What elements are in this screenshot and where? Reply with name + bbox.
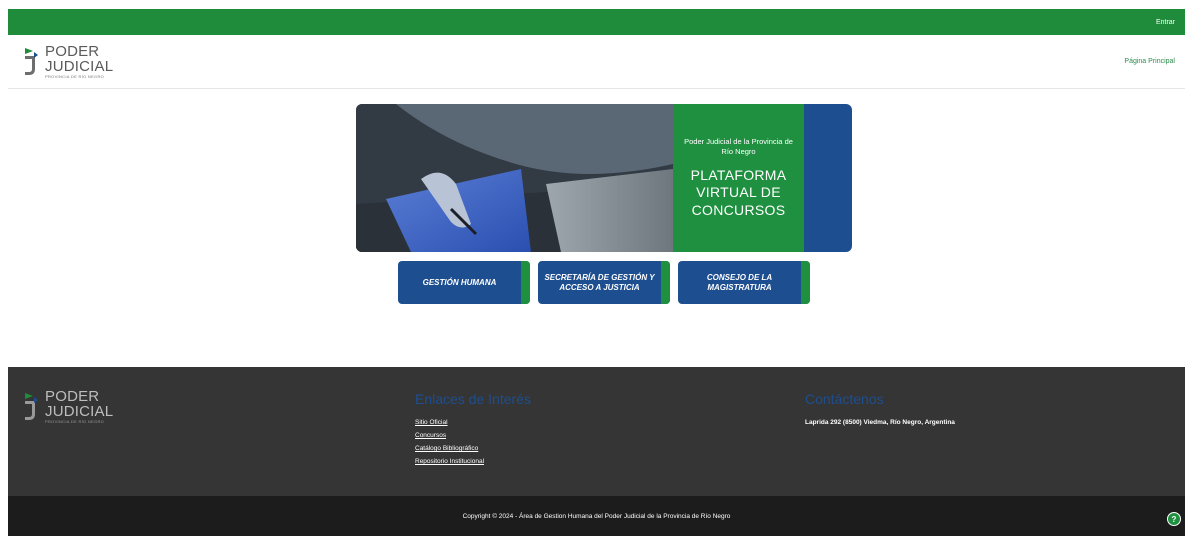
- contact-title: Contáctenos: [805, 391, 884, 407]
- button-accent: [801, 261, 810, 304]
- footer-logo: PODER JUDICIAL PROVINCIA DE RÍO NEGRO: [24, 389, 113, 424]
- logo-text-line3: PROVINCIA DE RÍO NEGRO: [45, 74, 105, 79]
- link-concursos[interactable]: Concursos: [415, 432, 531, 439]
- banner-photo: [356, 104, 673, 252]
- nav-home-link[interactable]: Página Principal: [1124, 58, 1175, 65]
- banner-title-panel: Poder Judicial de la Provincia de Río Ne…: [673, 104, 804, 252]
- button-label: GESTIÓN HUMANA: [422, 277, 497, 287]
- section-buttons: GESTIÓN HUMANA SECRETARÍA DE GESTIÓN Y A…: [398, 261, 810, 304]
- link-catalogo-bibliografico[interactable]: Catálogo Bibliográfico: [415, 445, 531, 452]
- header: PODER JUDICIAL PROVINCIA DE RÍO NEGRO Pá…: [8, 35, 1185, 89]
- footer-logo-line1: PODER: [45, 388, 100, 405]
- logo-mark-icon: [25, 47, 38, 75]
- contact-address: Laprida 292 (8500) Viedma, Río Negro, Ar…: [805, 419, 955, 426]
- page: Entrar PODER JUDICIAL PROVINCIA DE RÍO N…: [8, 9, 1185, 536]
- banner-subtitle: Poder Judicial de la Provincia de Río Ne…: [684, 136, 793, 156]
- links-title: Enlaces de Interés: [415, 391, 531, 407]
- copyright-text: Copyright © 2024 - Área de Gestion Human…: [462, 512, 731, 520]
- banner-title-line1: PLATAFORMA: [690, 166, 787, 183]
- link-repositorio-institucional[interactable]: Repositorio Institucional: [415, 458, 531, 465]
- logo-text-line1: PODER: [45, 43, 100, 60]
- link-sitio-oficial[interactable]: Sitio Oficial: [415, 419, 531, 426]
- footer: PODER JUDICIAL PROVINCIA DE RÍO NEGRO En…: [8, 367, 1185, 496]
- banner-title-line2: VIRTUAL DE: [696, 184, 781, 201]
- footer-contact: Contáctenos Laprida 292 (8500) Viedma, R…: [805, 391, 955, 426]
- banner-title-line3: CONCURSOS: [691, 201, 786, 218]
- secretaria-gestion-button[interactable]: SECRETARÍA DE GESTIÓN Y ACCESO A JUSTICI…: [538, 261, 670, 304]
- gestion-humana-button[interactable]: GESTIÓN HUMANA: [398, 261, 530, 304]
- top-bar: Entrar: [8, 9, 1185, 35]
- copyright-bar: Copyright © 2024 - Área de Gestion Human…: [8, 496, 1185, 536]
- footer-logo-mark-icon: [25, 392, 38, 420]
- footer-logo-line3: PROVINCIA DE RÍO NEGRO: [45, 419, 105, 424]
- banner-accent: [804, 104, 852, 252]
- writing-hand-illustration: [356, 104, 673, 252]
- logo-text-line2: JUDICIAL: [45, 58, 114, 75]
- login-link[interactable]: Entrar: [1156, 19, 1175, 26]
- logo[interactable]: PODER JUDICIAL PROVINCIA DE RÍO NEGRO: [24, 44, 113, 79]
- button-label: CONSEJO DE LA MAGISTRATURA: [706, 272, 773, 292]
- footer-links: Enlaces de Interés Sitio Oficial Concurs…: [415, 391, 531, 471]
- banner-title: PLATAFORMA VIRTUAL DE CONCURSOS: [691, 167, 787, 220]
- consejo-magistratura-button[interactable]: CONSEJO DE LA MAGISTRATURA: [678, 261, 810, 304]
- button-accent: [661, 261, 670, 304]
- button-accent: [521, 261, 530, 304]
- button-label: SECRETARÍA DE GESTIÓN Y ACCESO A JUSTICI…: [544, 272, 655, 292]
- help-icon[interactable]: ?: [1167, 512, 1181, 526]
- footer-logo-line2: JUDICIAL: [45, 403, 114, 420]
- hero-banner: Poder Judicial de la Provincia de Río Ne…: [356, 104, 852, 252]
